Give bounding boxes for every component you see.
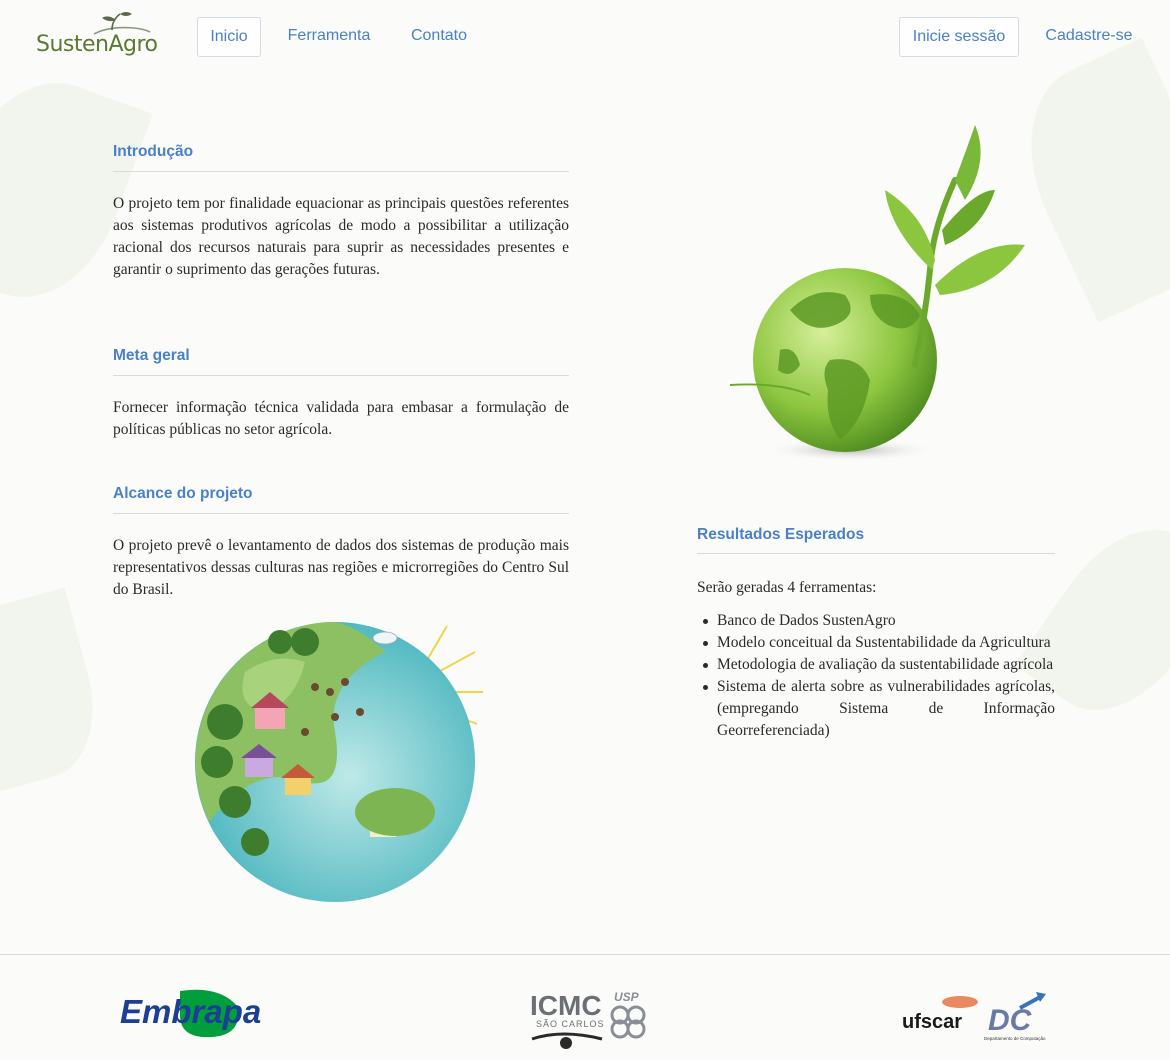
nav-link-contato[interactable]: Contato [406, 17, 472, 57]
results-title: Resultados Esperados [697, 526, 865, 543]
brand-logo[interactable]: SustenAgro [34, 8, 160, 64]
footer-divider [0, 954, 1170, 955]
ufscar-dc-mark-icon: ufscar DC Departamento de Computação [902, 992, 1046, 1041]
embrapa-logo[interactable]: Embrapa [120, 985, 270, 1041]
ufscar-dc-logo[interactable]: ufscar DC Departamento de Computação [900, 990, 1050, 1046]
divider [697, 553, 1055, 554]
divider [113, 375, 569, 376]
green-globe-sprout-illustration [729, 125, 1025, 462]
signup-link[interactable]: Cadastre-se [1040, 17, 1138, 57]
icmc-usp-logo[interactable]: ICMC SÃO CARLOS USP [512, 985, 660, 1055]
brand-name: SustenAgro [36, 32, 158, 57]
sustainable-world-illustration [195, 622, 483, 902]
goal-text: Fornecer informação técnica validada par… [113, 399, 569, 438]
background-leaf [0, 587, 112, 793]
embrapa-text: Embrapa [120, 993, 261, 1030]
icmc-text: ICMC [530, 990, 602, 1021]
list-item: Modelo conceitual da Sustentabilidade da… [697, 632, 1055, 654]
dc-text: DC [988, 1004, 1033, 1037]
results-list: Banco de Dados SustenAgro Modelo conceit… [697, 610, 1055, 742]
results-intro: Serão geradas 4 ferramentas: [697, 579, 877, 596]
intro-text: O projeto tem por finalidade equacionar … [113, 195, 569, 278]
ufscar-text: ufscar [902, 1011, 962, 1033]
icmc-mark-icon: ICMC SÃO CARLOS USP [530, 990, 646, 1049]
divider [113, 171, 569, 172]
scope-title: Alcance do projeto [113, 485, 253, 502]
goal-title: Meta geral [113, 347, 190, 364]
list-item: Sistema de alerta sobre as vulnerabilida… [697, 676, 1055, 742]
embrapa-mark-icon: Embrapa [120, 989, 261, 1038]
intro-title: Introdução [113, 143, 194, 160]
dc-subtext: Departamento de Computação [984, 1036, 1046, 1041]
usp-text: USP [614, 990, 640, 1004]
scope-text: O projeto prevê o levantamento de dados … [113, 537, 569, 598]
background-leaf [0, 59, 153, 321]
divider [113, 513, 569, 514]
nav-link-ferramenta[interactable]: Ferramenta [282, 17, 376, 57]
list-item: Banco de Dados SustenAgro [697, 610, 1055, 632]
nav-link-inicio[interactable]: Inicio [197, 17, 261, 57]
login-button[interactable]: Inicie sessão [899, 17, 1019, 57]
top-navbar: SustenAgro Inicio Ferramenta Contato Ini… [0, 0, 1170, 75]
list-item: Metodologia de avaliação da sustentabili… [697, 654, 1055, 676]
icmc-subtext: SÃO CARLOS [536, 1019, 605, 1029]
